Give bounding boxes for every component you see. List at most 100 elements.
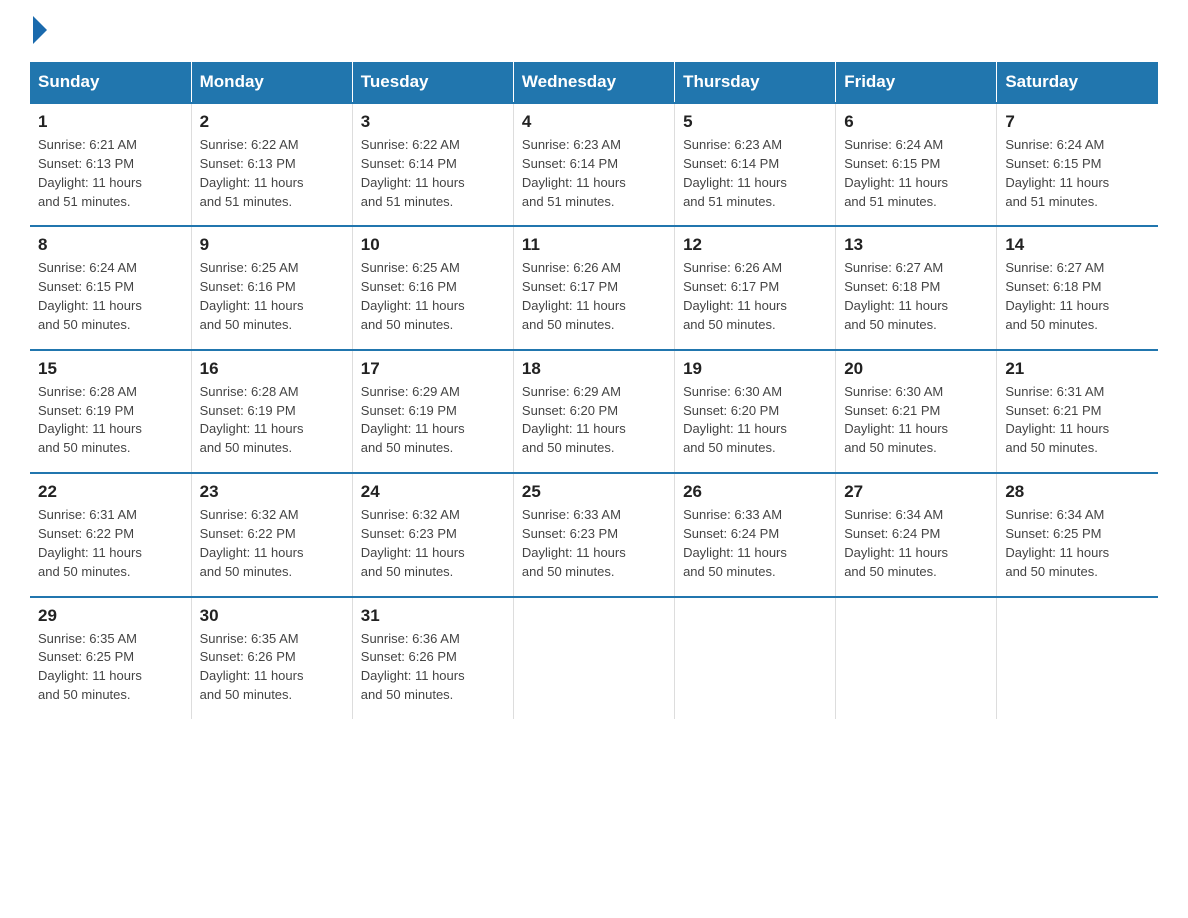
- calendar-cell: 13 Sunrise: 6:27 AMSunset: 6:18 PMDayligh…: [836, 226, 997, 349]
- day-number: 7: [1005, 112, 1150, 132]
- day-number: 5: [683, 112, 827, 132]
- calendar-cell: [675, 597, 836, 719]
- day-info: Sunrise: 6:27 AMSunset: 6:18 PMDaylight:…: [1005, 259, 1150, 334]
- logo-arrow-icon: [33, 16, 47, 44]
- calendar-table: SundayMondayTuesdayWednesdayThursdayFrid…: [30, 62, 1158, 719]
- calendar-cell: 19 Sunrise: 6:30 AMSunset: 6:20 PMDayligh…: [675, 350, 836, 473]
- day-info: Sunrise: 6:25 AMSunset: 6:16 PMDaylight:…: [361, 259, 505, 334]
- day-number: 10: [361, 235, 505, 255]
- calendar-cell: 1 Sunrise: 6:21 AMSunset: 6:13 PMDaylight…: [30, 103, 191, 226]
- calendar-cell: 25Sunrise: 6:33 AMSunset: 6:23 PMDayligh…: [513, 473, 674, 596]
- day-number: 16: [200, 359, 344, 379]
- day-number: 23: [200, 482, 344, 502]
- day-number: 29: [38, 606, 183, 626]
- day-info: Sunrise: 6:29 AMSunset: 6:20 PMDaylight:…: [522, 383, 666, 458]
- day-info: Sunrise: 6:32 AMSunset: 6:23 PMDaylight:…: [361, 506, 505, 581]
- calendar-cell: 28 Sunrise: 6:34 AMSunset: 6:25 PMDayligh…: [997, 473, 1158, 596]
- calendar-cell: 10 Sunrise: 6:25 AMSunset: 6:16 PMDayligh…: [352, 226, 513, 349]
- calendar-cell: 24 Sunrise: 6:32 AMSunset: 6:23 PMDayligh…: [352, 473, 513, 596]
- col-header-sunday: Sunday: [30, 62, 191, 103]
- day-info: Sunrise: 6:27 AMSunset: 6:18 PMDaylight:…: [844, 259, 988, 334]
- day-number: 25: [522, 482, 666, 502]
- day-info: Sunrise: 6:35 AMSunset: 6:25 PMDaylight:…: [38, 630, 183, 705]
- day-info: Sunrise: 6:23 AMSunset: 6:14 PMDaylight:…: [683, 136, 827, 211]
- calendar-cell: 12 Sunrise: 6:26 AMSunset: 6:17 PMDayligh…: [675, 226, 836, 349]
- page-header: [30, 20, 1158, 44]
- day-info: Sunrise: 6:24 AMSunset: 6:15 PMDaylight:…: [38, 259, 183, 334]
- day-number: 14: [1005, 235, 1150, 255]
- day-info: Sunrise: 6:21 AMSunset: 6:13 PMDaylight:…: [38, 136, 183, 211]
- calendar-cell: 30Sunrise: 6:35 AMSunset: 6:26 PMDayligh…: [191, 597, 352, 719]
- calendar-cell: [997, 597, 1158, 719]
- col-header-thursday: Thursday: [675, 62, 836, 103]
- calendar-week-row: 22 Sunrise: 6:31 AMSunset: 6:22 PMDayligh…: [30, 473, 1158, 596]
- col-header-tuesday: Tuesday: [352, 62, 513, 103]
- calendar-cell: 29 Sunrise: 6:35 AMSunset: 6:25 PMDayligh…: [30, 597, 191, 719]
- day-number: 13: [844, 235, 988, 255]
- day-info: Sunrise: 6:34 AMSunset: 6:25 PMDaylight:…: [1005, 506, 1150, 581]
- day-info: Sunrise: 6:36 AMSunset: 6:26 PMDaylight:…: [361, 630, 505, 705]
- calendar-cell: 20Sunrise: 6:30 AMSunset: 6:21 PMDayligh…: [836, 350, 997, 473]
- day-number: 28: [1005, 482, 1150, 502]
- day-number: 26: [683, 482, 827, 502]
- calendar-cell: 17 Sunrise: 6:29 AMSunset: 6:19 PMDayligh…: [352, 350, 513, 473]
- day-number: 1: [38, 112, 183, 132]
- day-number: 3: [361, 112, 505, 132]
- day-number: 6: [844, 112, 988, 132]
- calendar-cell: 2 Sunrise: 6:22 AMSunset: 6:13 PMDaylight…: [191, 103, 352, 226]
- calendar-cell: [513, 597, 674, 719]
- calendar-cell: 14 Sunrise: 6:27 AMSunset: 6:18 PMDayligh…: [997, 226, 1158, 349]
- day-number: 12: [683, 235, 827, 255]
- day-number: 2: [200, 112, 344, 132]
- day-info: Sunrise: 6:31 AMSunset: 6:21 PMDaylight:…: [1005, 383, 1150, 458]
- day-info: Sunrise: 6:26 AMSunset: 6:17 PMDaylight:…: [522, 259, 666, 334]
- day-number: 9: [200, 235, 344, 255]
- day-info: Sunrise: 6:24 AMSunset: 6:15 PMDaylight:…: [1005, 136, 1150, 211]
- calendar-cell: 26 Sunrise: 6:33 AMSunset: 6:24 PMDayligh…: [675, 473, 836, 596]
- calendar-cell: 15Sunrise: 6:28 AMSunset: 6:19 PMDayligh…: [30, 350, 191, 473]
- calendar-cell: 31 Sunrise: 6:36 AMSunset: 6:26 PMDayligh…: [352, 597, 513, 719]
- day-info: Sunrise: 6:30 AMSunset: 6:21 PMDaylight:…: [844, 383, 988, 458]
- calendar-cell: 22 Sunrise: 6:31 AMSunset: 6:22 PMDayligh…: [30, 473, 191, 596]
- day-number: 11: [522, 235, 666, 255]
- calendar-cell: [836, 597, 997, 719]
- calendar-header-row: SundayMondayTuesdayWednesdayThursdayFrid…: [30, 62, 1158, 103]
- day-info: Sunrise: 6:30 AMSunset: 6:20 PMDaylight:…: [683, 383, 827, 458]
- day-info: Sunrise: 6:22 AMSunset: 6:13 PMDaylight:…: [200, 136, 344, 211]
- day-number: 17: [361, 359, 505, 379]
- calendar-week-row: 15Sunrise: 6:28 AMSunset: 6:19 PMDayligh…: [30, 350, 1158, 473]
- day-info: Sunrise: 6:28 AMSunset: 6:19 PMDaylight:…: [200, 383, 344, 458]
- calendar-week-row: 1 Sunrise: 6:21 AMSunset: 6:13 PMDaylight…: [30, 103, 1158, 226]
- calendar-cell: 8Sunrise: 6:24 AMSunset: 6:15 PMDaylight…: [30, 226, 191, 349]
- col-header-saturday: Saturday: [997, 62, 1158, 103]
- day-number: 31: [361, 606, 505, 626]
- day-number: 21: [1005, 359, 1150, 379]
- day-info: Sunrise: 6:28 AMSunset: 6:19 PMDaylight:…: [38, 383, 183, 458]
- calendar-cell: 3 Sunrise: 6:22 AMSunset: 6:14 PMDaylight…: [352, 103, 513, 226]
- col-header-monday: Monday: [191, 62, 352, 103]
- day-info: Sunrise: 6:23 AMSunset: 6:14 PMDaylight:…: [522, 136, 666, 211]
- calendar-cell: 9 Sunrise: 6:25 AMSunset: 6:16 PMDaylight…: [191, 226, 352, 349]
- calendar-cell: 11 Sunrise: 6:26 AMSunset: 6:17 PMDayligh…: [513, 226, 674, 349]
- day-info: Sunrise: 6:33 AMSunset: 6:24 PMDaylight:…: [683, 506, 827, 581]
- day-number: 19: [683, 359, 827, 379]
- day-info: Sunrise: 6:24 AMSunset: 6:15 PMDaylight:…: [844, 136, 988, 211]
- calendar-cell: 18Sunrise: 6:29 AMSunset: 6:20 PMDayligh…: [513, 350, 674, 473]
- col-header-friday: Friday: [836, 62, 997, 103]
- day-info: Sunrise: 6:29 AMSunset: 6:19 PMDaylight:…: [361, 383, 505, 458]
- day-number: 27: [844, 482, 988, 502]
- day-number: 30: [200, 606, 344, 626]
- day-info: Sunrise: 6:25 AMSunset: 6:16 PMDaylight:…: [200, 259, 344, 334]
- calendar-cell: 23Sunrise: 6:32 AMSunset: 6:22 PMDayligh…: [191, 473, 352, 596]
- calendar-cell: 27 Sunrise: 6:34 AMSunset: 6:24 PMDayligh…: [836, 473, 997, 596]
- day-number: 22: [38, 482, 183, 502]
- calendar-cell: 21 Sunrise: 6:31 AMSunset: 6:21 PMDayligh…: [997, 350, 1158, 473]
- day-number: 24: [361, 482, 505, 502]
- calendar-cell: 5 Sunrise: 6:23 AMSunset: 6:14 PMDaylight…: [675, 103, 836, 226]
- day-info: Sunrise: 6:31 AMSunset: 6:22 PMDaylight:…: [38, 506, 183, 581]
- day-info: Sunrise: 6:22 AMSunset: 6:14 PMDaylight:…: [361, 136, 505, 211]
- day-info: Sunrise: 6:34 AMSunset: 6:24 PMDaylight:…: [844, 506, 988, 581]
- day-info: Sunrise: 6:26 AMSunset: 6:17 PMDaylight:…: [683, 259, 827, 334]
- calendar-cell: 6 Sunrise: 6:24 AMSunset: 6:15 PMDaylight…: [836, 103, 997, 226]
- col-header-wednesday: Wednesday: [513, 62, 674, 103]
